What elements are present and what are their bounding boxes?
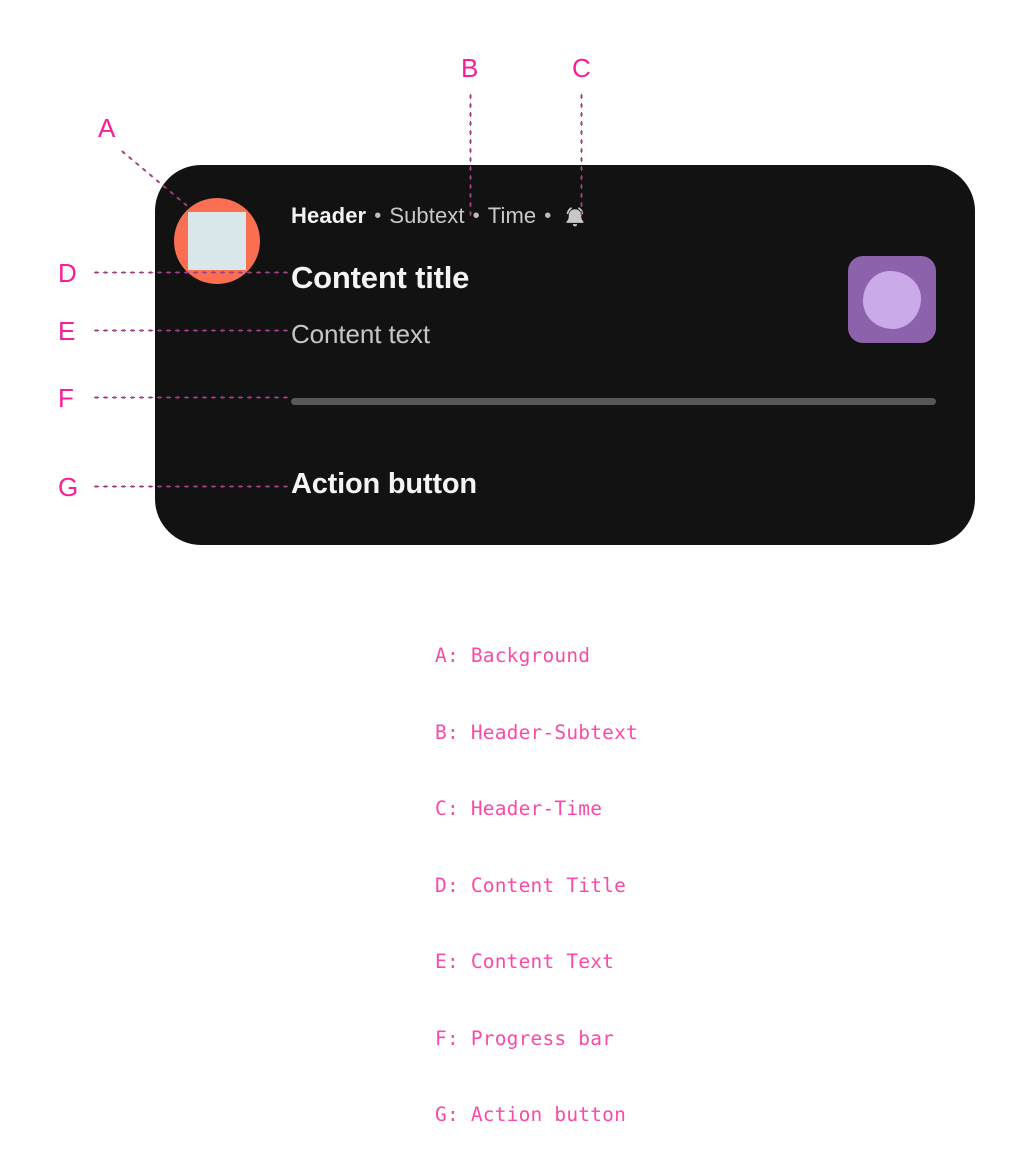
callout-letter-d: D [58,258,77,288]
avatar-squircle-icon [188,212,246,270]
thumbnail-blob-icon [863,270,921,329]
legend-item: B: Header-Subtext [435,720,638,744]
progress-bar[interactable] [291,398,936,405]
content-text: Content text [291,319,430,349]
header-subtext: Subtext [389,203,465,228]
callout-leader-f [92,396,288,399]
callout-letter-a: A [98,113,116,143]
legend-item: C: Header-Time [435,797,603,820]
legend-item: A: Background [435,644,591,667]
action-button[interactable]: Action button [291,468,477,501]
card-header-row: Header • Subtext • Time • [291,202,589,230]
callout-leader-b [469,92,472,220]
header-title: Header [291,203,367,228]
callout-leader-g [92,485,288,488]
callout-letter-c: C [572,53,591,83]
notification-card[interactable]: Header • Subtext • Time • Content title … [155,165,975,545]
header-separator-2: • [472,204,480,227]
callout-letter-f: F [58,383,74,413]
legend: A: Background B: Header-Subtext C: Heade… [435,592,638,1153]
callout-leader-d [92,271,288,274]
legend-item: D: Content Title [435,873,627,897]
legend-item: E: Content Text [435,950,615,973]
bell-icon [561,203,589,231]
callout-leader-e [92,329,288,332]
header-time: Time [487,203,537,228]
header-separator-3: • [544,204,552,227]
callout-letter-g: G [58,472,79,502]
callout-leader-c [580,92,583,220]
legend-item: G: Action button [435,1103,627,1126]
thumbnail-image[interactable] [848,256,936,343]
callout-letter-b: B [461,53,479,83]
header-separator-1: • [374,204,382,227]
callout-letter-e: E [58,316,76,346]
content-title: Content title [291,260,470,295]
legend-item: F: Progress bar [435,1026,615,1050]
